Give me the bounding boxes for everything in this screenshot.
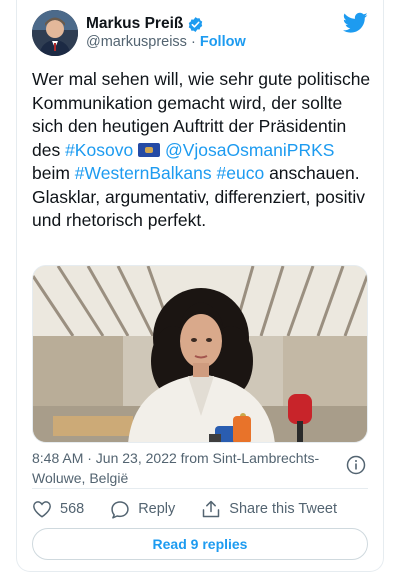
info-icon[interactable] xyxy=(346,455,366,475)
divider xyxy=(32,488,368,489)
heart-icon xyxy=(33,501,51,518)
reply-icon xyxy=(111,500,129,519)
like-count: 568 xyxy=(60,501,85,517)
follow-button[interactable]: Follow xyxy=(200,34,246,50)
tweet-text-part: beim xyxy=(32,163,75,183)
author-handle-row: @markuspreiss · Follow xyxy=(86,34,246,50)
hashtag-euco-link[interactable]: #euco xyxy=(217,163,265,183)
author-handle[interactable]: @markuspreiss xyxy=(86,34,187,50)
twitter-bird-icon[interactable] xyxy=(343,12,368,34)
share-label: Share this Tweet xyxy=(229,501,338,517)
tweet-timestamp[interactable]: 8:48 AM · Jun 23, 2022 from Sint-Lambrec… xyxy=(32,448,332,488)
reply-label: Reply xyxy=(138,501,176,517)
like-button[interactable]: 568 xyxy=(32,500,84,518)
verified-badge-icon xyxy=(189,16,203,32)
reply-button[interactable]: Reply xyxy=(110,500,175,519)
author-name[interactable]: Markus Preiß xyxy=(86,15,183,33)
tweet-text: Wer mal sehen will, wie sehr gute politi… xyxy=(32,68,377,233)
read-replies-button[interactable]: Read 9 replies xyxy=(32,528,368,560)
mention-link[interactable]: @VjosaOsmaniPRKS xyxy=(165,140,335,160)
tweet-photo[interactable] xyxy=(32,265,368,443)
share-icon xyxy=(203,500,220,518)
hashtag-kosovo-link[interactable]: #Kosovo xyxy=(65,140,133,160)
share-button[interactable]: Share this Tweet xyxy=(201,499,337,519)
kosovo-flag-icon xyxy=(138,142,161,157)
hashtag-westernbalkans-link[interactable]: #WesternBalkans xyxy=(75,163,212,183)
author-name-row: Markus Preiß xyxy=(86,14,204,34)
separator: · xyxy=(190,34,196,50)
avatar[interactable] xyxy=(32,10,78,56)
tweet-actions: 568 Reply Share this Tweet xyxy=(32,498,363,520)
